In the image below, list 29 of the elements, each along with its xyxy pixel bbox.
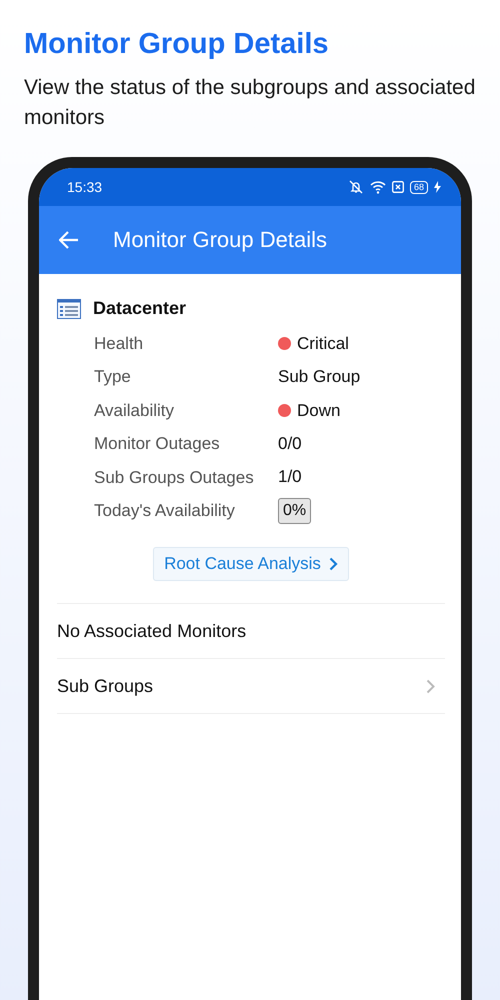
detail-value: Critical <box>297 334 349 354</box>
detail-label: Monitor Outages <box>94 433 221 456</box>
charging-icon <box>434 181 441 193</box>
app-bar-title: Monitor Group Details <box>113 227 327 253</box>
detail-label: Type <box>94 366 132 388</box>
detail-value: Sub Group <box>278 367 360 388</box>
list-icon <box>57 298 81 318</box>
detail-value: Down <box>297 400 340 420</box>
detail-value: 1/0 <box>278 467 302 488</box>
availability-badge: 0% <box>278 498 312 524</box>
status-time: 15:33 <box>67 179 102 195</box>
detail-label: Sub Groups Outages <box>94 466 255 489</box>
detail-value: 0/0 <box>278 434 302 454</box>
group-name: Datacenter <box>93 298 186 319</box>
root-cause-button[interactable]: Root Cause Analysis <box>153 547 349 582</box>
page-title: Monitor Group Details <box>24 28 330 61</box>
sim-off-icon <box>392 181 404 193</box>
page-subtitle: View the status of the subgroups and associated monitors <box>24 75 476 131</box>
wifi-icon <box>370 180 386 194</box>
detail-label: Availability <box>94 400 176 422</box>
chevron-right-icon <box>426 678 435 694</box>
list-row: No Associated Monitors <box>57 603 445 658</box>
back-arrow-icon[interactable] <box>59 231 79 249</box>
muted-bell-icon <box>348 180 364 194</box>
detail-label: Today's Availability <box>94 500 236 522</box>
list-item[interactable]: Sub Groups <box>57 658 445 714</box>
detail-label: Health <box>94 333 144 355</box>
chevron-right-icon <box>328 557 338 572</box>
battery-level: 68 <box>410 180 428 194</box>
